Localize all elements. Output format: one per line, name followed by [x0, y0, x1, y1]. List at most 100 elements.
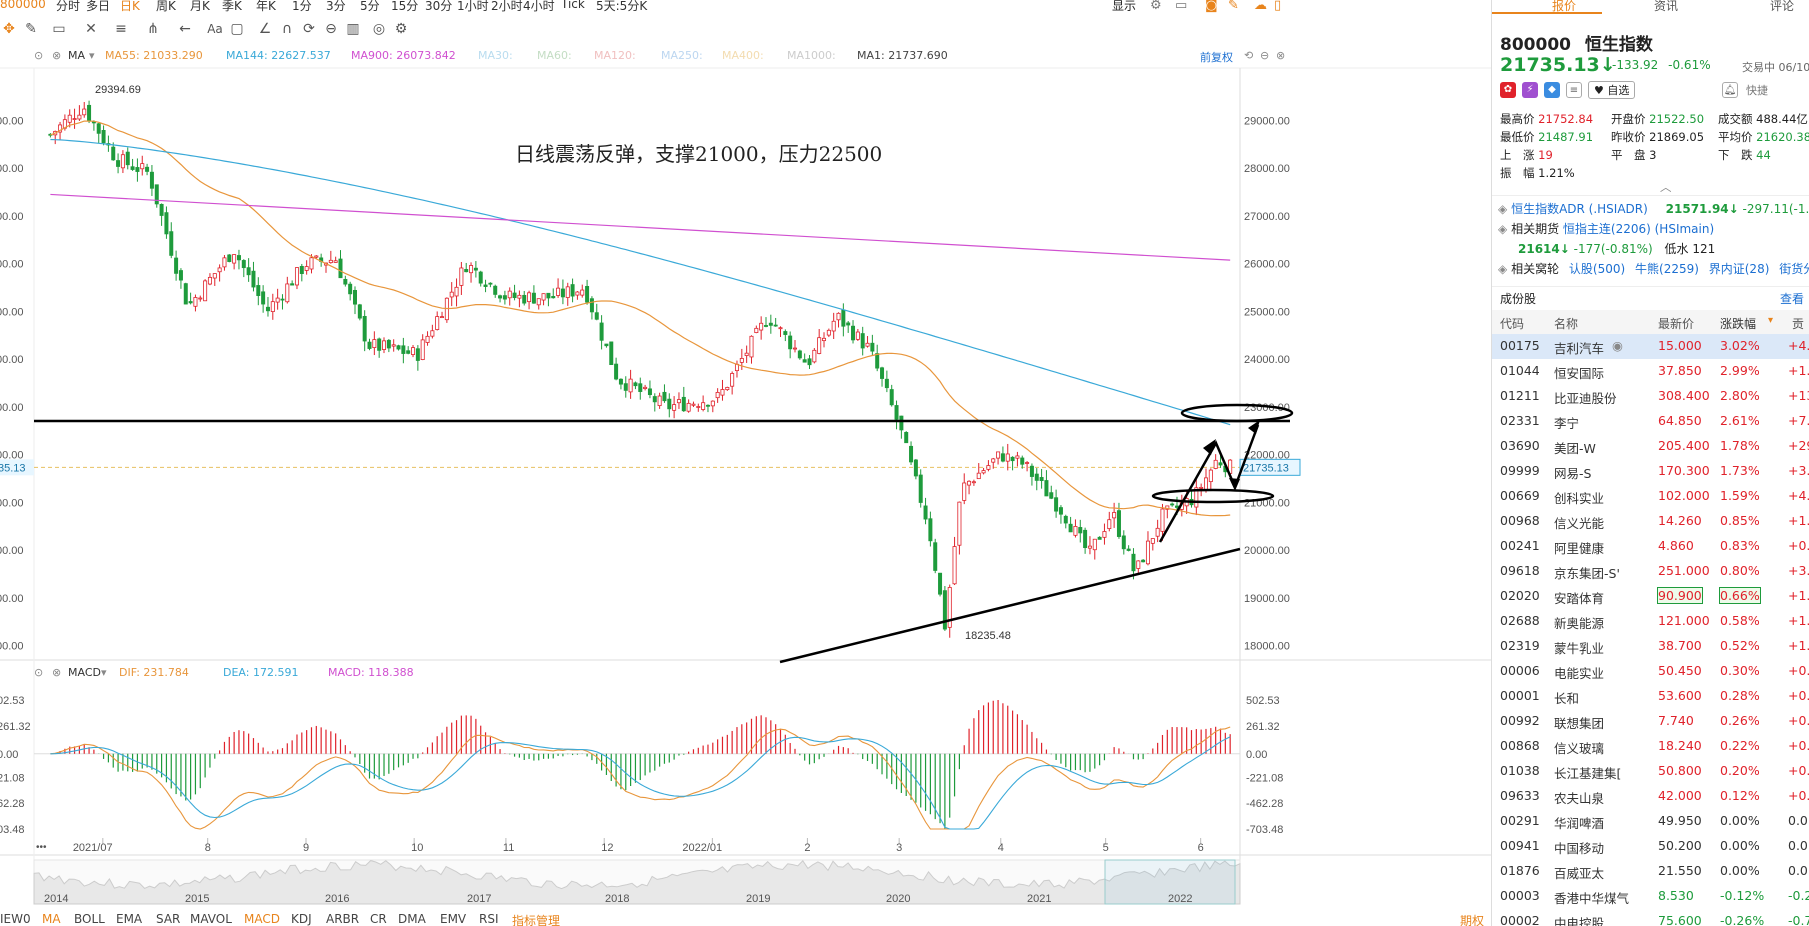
indicator-tab-kdj[interactable]: KDJ	[291, 912, 312, 926]
candle-body	[570, 284, 575, 297]
cell-code: 01211	[1500, 388, 1540, 403]
indicator-tab-指标管理[interactable]: 指标管理	[512, 912, 560, 926]
hk-flag-icon[interactable]: ✿	[1500, 82, 1516, 98]
candle-body	[1112, 512, 1117, 519]
table-row[interactable]: 01876 百威亚太 21.550 0.00% 0.0	[1492, 859, 1809, 884]
indicator-tab-sar[interactable]: SAR	[156, 912, 180, 926]
table-row[interactable]: 00992 联想集团 7.740 0.26% +0.2	[1492, 709, 1809, 734]
table-row[interactable]: 02319 蒙牛乳业 38.700 0.52% +1.0	[1492, 634, 1809, 659]
adr-row[interactable]: ◈ 恒生指数ADR (.HSIADR) 21571.94↓ -297.11(-1…	[1498, 200, 1809, 217]
components-more-link[interactable]: 查看	[1780, 290, 1804, 307]
table-row[interactable]: 00175 吉利汽车 15.000 3.02% +4.9 ◉	[1492, 334, 1809, 359]
table-row[interactable]: 00669 创科实业 102.000 1.59% +4.2	[1492, 484, 1809, 509]
watchlist-button[interactable]: ♥ 自选	[1588, 81, 1636, 99]
tag-icon[interactable]: ◆	[1544, 82, 1560, 98]
list-icon[interactable]: ≡	[1566, 82, 1582, 98]
col-code[interactable]: 代码	[1500, 315, 1524, 332]
candle-body	[913, 459, 918, 477]
table-row[interactable]: 01211 比亚迪股份 308.400 2.80% +13.3	[1492, 384, 1809, 409]
indicator-tab-ma[interactable]: MA	[42, 912, 61, 926]
collapse-chevron-icon[interactable]: ︿	[1660, 179, 1672, 195]
table-row[interactable]: 00006 电能实业 50.450 0.30% +0.3	[1492, 659, 1809, 684]
macd-axis-left-label: 0.00	[0, 749, 18, 761]
cell-contrib: +3.2	[1788, 563, 1809, 578]
indicator-tab-iew0[interactable]: IEW0	[0, 912, 31, 926]
adr-name[interactable]: 恒生指数ADR (.HSIADR)	[1511, 202, 1648, 216]
flash-icon[interactable]: ⚡	[1522, 82, 1538, 98]
table-row[interactable]: 09618 京东集团-S' 251.000 0.80% +3.2	[1492, 559, 1809, 584]
cell-price: 18.240	[1658, 738, 1702, 753]
candle-body	[744, 352, 749, 356]
table-row[interactable]: 00003 香港中华煤气 8.530 -0.12% -0.2	[1492, 884, 1809, 909]
support-trendline[interactable]	[779, 547, 1241, 664]
table-row[interactable]: 03690 美团-W 205.400 1.78% +29.4	[1492, 434, 1809, 459]
cell-price: 102.000	[1658, 488, 1710, 503]
macd-axis-label: -703.48	[1246, 824, 1283, 836]
col-name[interactable]: 名称	[1554, 315, 1578, 332]
table-row[interactable]: 00968 信义光能 14.260 0.85% +1.0	[1492, 509, 1809, 534]
table-row[interactable]: 01038 长江基建集[50.800 0.20% +0.1	[1492, 759, 1809, 784]
cell-contrib: 0.0	[1788, 838, 1808, 853]
cell-change: 1.78%	[1720, 438, 1760, 453]
indicator-tab-mavol[interactable]: MAVOL	[190, 912, 232, 926]
table-row[interactable]: 02020 安踏体育 90.900 0.66% +1.2	[1492, 584, 1809, 609]
indicator-tab-arbr[interactable]: ARBR	[326, 912, 359, 926]
indicator-tab-cr[interactable]: CR	[370, 912, 387, 926]
indicator-tab-emv[interactable]: EMV	[440, 912, 466, 926]
bell-icon[interactable]: 🔔︎	[1722, 82, 1738, 98]
futures-name[interactable]: 恒指主连(2206) (HSImain)	[1563, 222, 1714, 236]
candle-body	[768, 322, 773, 326]
warrants-cbbc[interactable]: 牛熊(2259)	[1635, 262, 1699, 276]
table-row[interactable]: 00241 阿里健康 4.860 0.83% +0.3	[1492, 534, 1809, 559]
support-ellipse[interactable]	[1151, 488, 1275, 504]
col-contrib[interactable]: 贡	[1792, 315, 1804, 332]
candle-body	[633, 382, 638, 387]
warrants-outstanding[interactable]: 街货分	[1779, 262, 1809, 276]
candle-body	[1029, 465, 1034, 477]
quick-trade-link[interactable]: 快捷	[1746, 82, 1768, 98]
options-tab[interactable]: 期权	[1460, 912, 1484, 926]
table-row[interactable]: 00941 中国移动 50.200 0.00% 0.0	[1492, 834, 1809, 859]
cell-contrib: +4.2	[1788, 488, 1809, 503]
table-row[interactable]: 09633 农夫山泉 42.000 0.12% +0.1	[1492, 784, 1809, 809]
tab-news[interactable]: 资讯	[1654, 0, 1678, 14]
cell-contrib: +4.9	[1788, 338, 1809, 353]
warrants-call[interactable]: 认股(500)	[1569, 262, 1625, 276]
table-row[interactable]: 00002 中电控股 75.600 -0.26% -0.7	[1492, 909, 1809, 926]
high-value: 21752.84	[1538, 112, 1594, 126]
table-row[interactable]: 00291 华润啤酒 49.950 0.00% 0.0	[1492, 809, 1809, 834]
candle-body	[686, 402, 691, 412]
candle-body	[488, 282, 493, 285]
current-price-tag-label: 21735.13	[1243, 462, 1289, 474]
indicator-tab-boll[interactable]: BOLL	[74, 912, 105, 926]
candle-body	[676, 399, 681, 404]
table-row[interactable]: 02688 新奥能源 121.000 0.58% +1.0	[1492, 609, 1809, 634]
warrants-inline[interactable]: 界内证(28)	[1709, 262, 1770, 276]
table-row[interactable]: 00001 长和 53.600 0.28% +0.7	[1492, 684, 1809, 709]
tab-comments[interactable]: 评论	[1770, 0, 1794, 14]
candle-body	[865, 342, 870, 347]
table-row[interactable]: 00868 信义玻璃 18.240 0.22% +0.1	[1492, 734, 1809, 759]
price-chart[interactable]: 29000.00 00.00 28000.00 00.00 27000.00 00.00 2…	[0, 0, 1491, 926]
watch-eye-icon[interactable]: ◉	[1612, 338, 1623, 353]
candle-body	[493, 285, 498, 295]
cell-change: 3.02%	[1720, 338, 1760, 353]
indicator-tab-ema[interactable]: EMA	[116, 912, 142, 926]
indicator-tab-macd[interactable]: MACD	[244, 912, 280, 926]
indicator-tab-rsi[interactable]: RSI	[479, 912, 499, 926]
col-price[interactable]: 最新价	[1658, 315, 1694, 332]
candle-body	[154, 184, 159, 205]
candle-body	[705, 404, 710, 407]
time-label: 10	[411, 842, 423, 854]
candle-body	[599, 322, 604, 341]
table-row[interactable]: 09999 网易-S 170.300 1.73% +3.2	[1492, 459, 1809, 484]
candle-body	[1203, 477, 1208, 491]
candle-body	[976, 472, 981, 480]
indicator-tab-dma[interactable]: DMA	[398, 912, 426, 926]
sort-desc-icon[interactable]: ▾	[1768, 315, 1773, 326]
table-row[interactable]: 01044 恒安国际 37.850 2.99% +1.3	[1492, 359, 1809, 384]
projection-arrow[interactable]	[1158, 424, 1260, 543]
futures-row[interactable]: ◈ 相关期货 恒指主连(2206) (HSImain)	[1498, 220, 1714, 237]
col-change[interactable]: 涨跌幅	[1720, 315, 1756, 332]
table-row[interactable]: 02331 李宁 64.850 2.61% +7.0	[1492, 409, 1809, 434]
